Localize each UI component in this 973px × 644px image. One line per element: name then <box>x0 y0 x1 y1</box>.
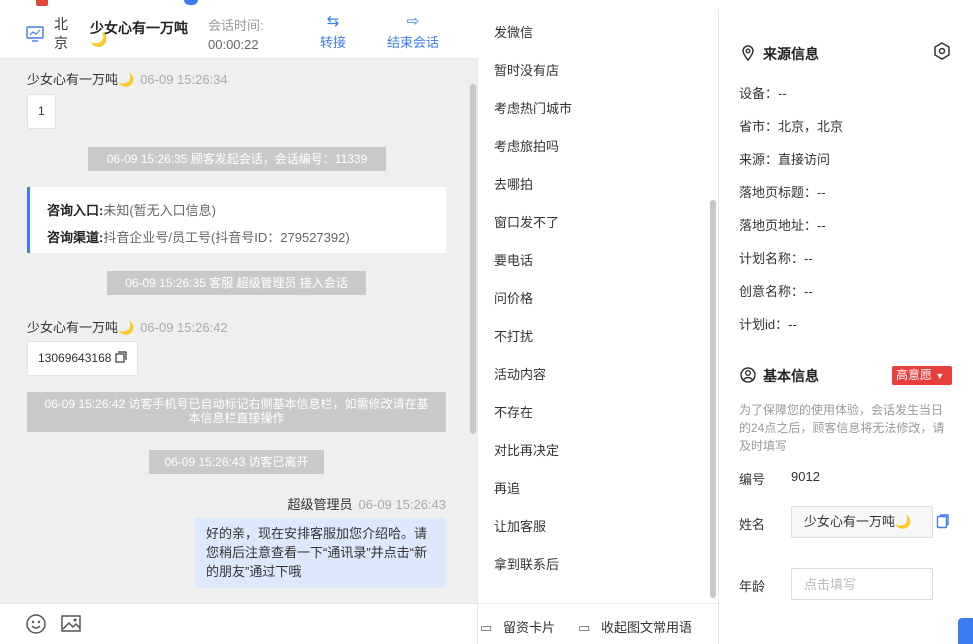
copy-icon[interactable] <box>115 351 127 363</box>
system-message: 06-09 15:26:35 顾客发起会话，会话编号：11339 <box>88 147 386 171</box>
system-message: 06-09 15:26:42 访客手机号已自动标记右侧基本信息栏，如需修改请在基… <box>27 392 446 432</box>
message-time: 06-09 15:26:43 <box>358 497 446 512</box>
id-label: 编号 <box>739 472 766 487</box>
chat-pane: 北京 少女心有一万吨 🌙 会话时间: 00:00:22 ⇆ 转接 ⇨ 结束会话 … <box>0 9 478 644</box>
visitor-message-header: 少女心有一万吨🌙 06-09 15:26:42 <box>27 317 228 336</box>
leave-card-label: 留资卡片 <box>503 620 556 635</box>
quick-phrase-item[interactable]: 去哪拍 <box>494 174 533 193</box>
visitor-emoji: 🌙 <box>90 31 108 47</box>
source-info-title: 来源信息 <box>739 44 819 64</box>
intent-badge[interactable]: 高意愿 ▼ <box>892 366 952 385</box>
quick-phrase-list: 发微信暂时没有店考虑热门城市 考虑旅拍吗去哪拍窗口发不了要电话问价格不打扰活动内容… <box>478 9 718 603</box>
end-session-label: 结束会话 <box>386 35 439 50</box>
phrase-footer: ▭ 留资卡片 ▭ 收起图文常用语 <box>478 603 718 644</box>
quick-phrase-item[interactable]: 对比再决定 <box>494 440 559 459</box>
message-time: 06-09 15:26:34 <box>140 72 228 87</box>
chat-toolbar <box>0 603 477 644</box>
customer-info-pane: 来源信息 设备：-- 省市：北京，北京 来源：直接访问 落地页标题：-- 落地页… <box>718 9 973 644</box>
age-label: 年龄 <box>739 579 766 594</box>
info-device: 设备：-- <box>739 86 787 101</box>
monitor-icon <box>26 26 44 42</box>
quick-phrase-item[interactable]: 考虑热门城市 <box>494 98 572 117</box>
visitor-message-bubble: 13069643168 <box>27 341 138 376</box>
quick-phrase-item[interactable]: 问价格 <box>494 288 533 307</box>
chat-scrollbar[interactable] <box>470 84 476 434</box>
message-time: 06-09 15:26:42 <box>140 320 228 335</box>
agent-message-header: 超级管理员 06-09 15:26:43 <box>288 494 446 513</box>
edit-hint: 为了保障您的使用体验，会话发生当日的24点之后，顾客信息将无法修改，请及时填写 <box>739 403 945 453</box>
info-landing-title: 落地页标题：-- <box>739 185 826 200</box>
exit-icon: ⇨ <box>406 13 420 30</box>
copy-icon[interactable] <box>936 514 950 529</box>
info-landing-url: 落地页地址：-- <box>739 218 826 233</box>
quick-phrase-item[interactable]: 不打扰 <box>494 326 533 345</box>
name-label: 姓名 <box>739 517 766 532</box>
quick-phrase-item[interactable]: 要电话 <box>494 250 533 269</box>
sender-name: 少女心有一万吨🌙 <box>27 320 135 335</box>
system-message: 06-09 15:26:35 客服 超级管理员 接入会话 <box>107 271 366 295</box>
transfer-button[interactable]: ⇆ 转接 <box>303 12 363 51</box>
system-message-text: 06-09 15:26:42 访客手机号已自动标记右侧基本信息栏，如需修改请在基… <box>44 397 429 425</box>
basic-info-title: 基本信息 <box>739 366 819 386</box>
consult-entry-label: 咨询入口: <box>47 203 104 218</box>
info-source: 来源：直接访问 <box>739 152 831 167</box>
user-icon <box>740 367 756 383</box>
quick-phrase-item[interactable]: 活动内容 <box>494 364 546 383</box>
phrase-scrollbar[interactable] <box>710 200 716 598</box>
system-message: 06-09 15:26:43 访客已离开 <box>149 450 324 474</box>
name-field[interactable]: 少女心有一万吨🌙 <box>791 506 933 538</box>
quick-phrase-item[interactable]: 暂时没有店 <box>494 60 559 79</box>
consult-info-card: 咨询入口:未知(暂无入口信息) 咨询渠道:抖音企业号/员工号(抖音号ID：279… <box>27 187 446 253</box>
caret-down-icon: ▼ <box>935 371 945 381</box>
consult-channel-row: 咨询渠道:抖音企业号/员工号(抖音号ID：279527392) <box>47 224 429 251</box>
info-plan-id: 计划id：-- <box>739 317 797 332</box>
collapse-phrases-label: 收起图文常用语 <box>601 620 693 635</box>
location-icon <box>742 45 754 61</box>
chat-header: 北京 少女心有一万吨 🌙 会话时间: 00:00:22 ⇆ 转接 ⇨ 结束会话 <box>0 9 478 59</box>
visitor-message-bubble: 1 <box>27 94 56 129</box>
transfer-label: 转接 <box>319 35 346 50</box>
info-plan-name: 计划名称：-- <box>739 251 813 266</box>
quick-phrase-item[interactable]: 拿到联系后 <box>494 554 559 573</box>
emoji-icon[interactable] <box>25 613 47 635</box>
source-info-title-text: 来源信息 <box>763 46 819 62</box>
visitor-message-header: 少女心有一万吨🌙 06-09 15:26:34 <box>27 69 228 88</box>
leave-card-button[interactable]: ▭ 留资卡片 <box>480 617 555 636</box>
chat-body[interactable]: 少女心有一万吨🌙 06-09 15:26:34 1 06-09 15:26:35 … <box>0 59 476 603</box>
card-icon: ▭ <box>480 620 493 635</box>
quick-phrase-item[interactable]: 窗口发不了 <box>494 212 559 231</box>
agent-message-bubble: 好的亲，现在安排客服加您介绍哈。请您稍后注意查看一下“通讯录”并点击“新的朋友”… <box>195 518 446 588</box>
top-tab-marker-blue <box>184 0 198 5</box>
quick-phrase-item[interactable]: 发微信 <box>494 22 533 41</box>
image-icon[interactable] <box>60 613 82 635</box>
consult-channel-value: 抖音企业号/员工号(抖音号ID：279527392) <box>103 230 350 245</box>
top-strip <box>0 0 973 9</box>
consult-entry-row: 咨询入口:未知(暂无入口信息) <box>47 197 429 224</box>
age-input[interactable] <box>791 568 933 600</box>
id-value: 9012 <box>791 469 820 484</box>
visitor-city: 北京 <box>54 16 68 51</box>
consult-entry-value: 未知(暂无入口信息) <box>103 203 217 218</box>
info-creative-name: 创意名称：-- <box>739 284 813 299</box>
session-time-value: 00:00:22 <box>208 37 259 52</box>
quick-phrase-item[interactable]: 考虑旅拍吗 <box>494 136 559 155</box>
end-session-button[interactable]: ⇨ 结束会话 <box>383 12 443 51</box>
intent-badge-label: 高意愿 <box>896 368 933 382</box>
transfer-icon: ⇆ <box>326 13 340 30</box>
collapse-phrases-button[interactable]: ▭ 收起图文常用语 <box>578 617 692 636</box>
quick-phrase-item[interactable]: 让加客服 <box>494 516 546 535</box>
settings-icon[interactable] <box>933 42 951 60</box>
quick-phrase-item[interactable]: 再追 <box>494 478 520 497</box>
phone-number: 13069643168 <box>38 351 112 365</box>
info-province: 省市：北京，北京 <box>739 119 844 134</box>
top-tab-marker <box>36 0 48 6</box>
quick-phrase-item[interactable]: 不存在 <box>494 402 533 421</box>
basic-info-title-text: 基本信息 <box>763 368 819 384</box>
float-chat-button[interactable] <box>958 618 973 644</box>
message-icon: ▭ <box>578 620 591 635</box>
session-time-label: 会话时间: <box>208 18 264 33</box>
consult-channel-label: 咨询渠道: <box>47 230 104 245</box>
sender-name: 少女心有一万吨🌙 <box>27 72 135 87</box>
agent-name: 超级管理员 <box>287 497 353 512</box>
